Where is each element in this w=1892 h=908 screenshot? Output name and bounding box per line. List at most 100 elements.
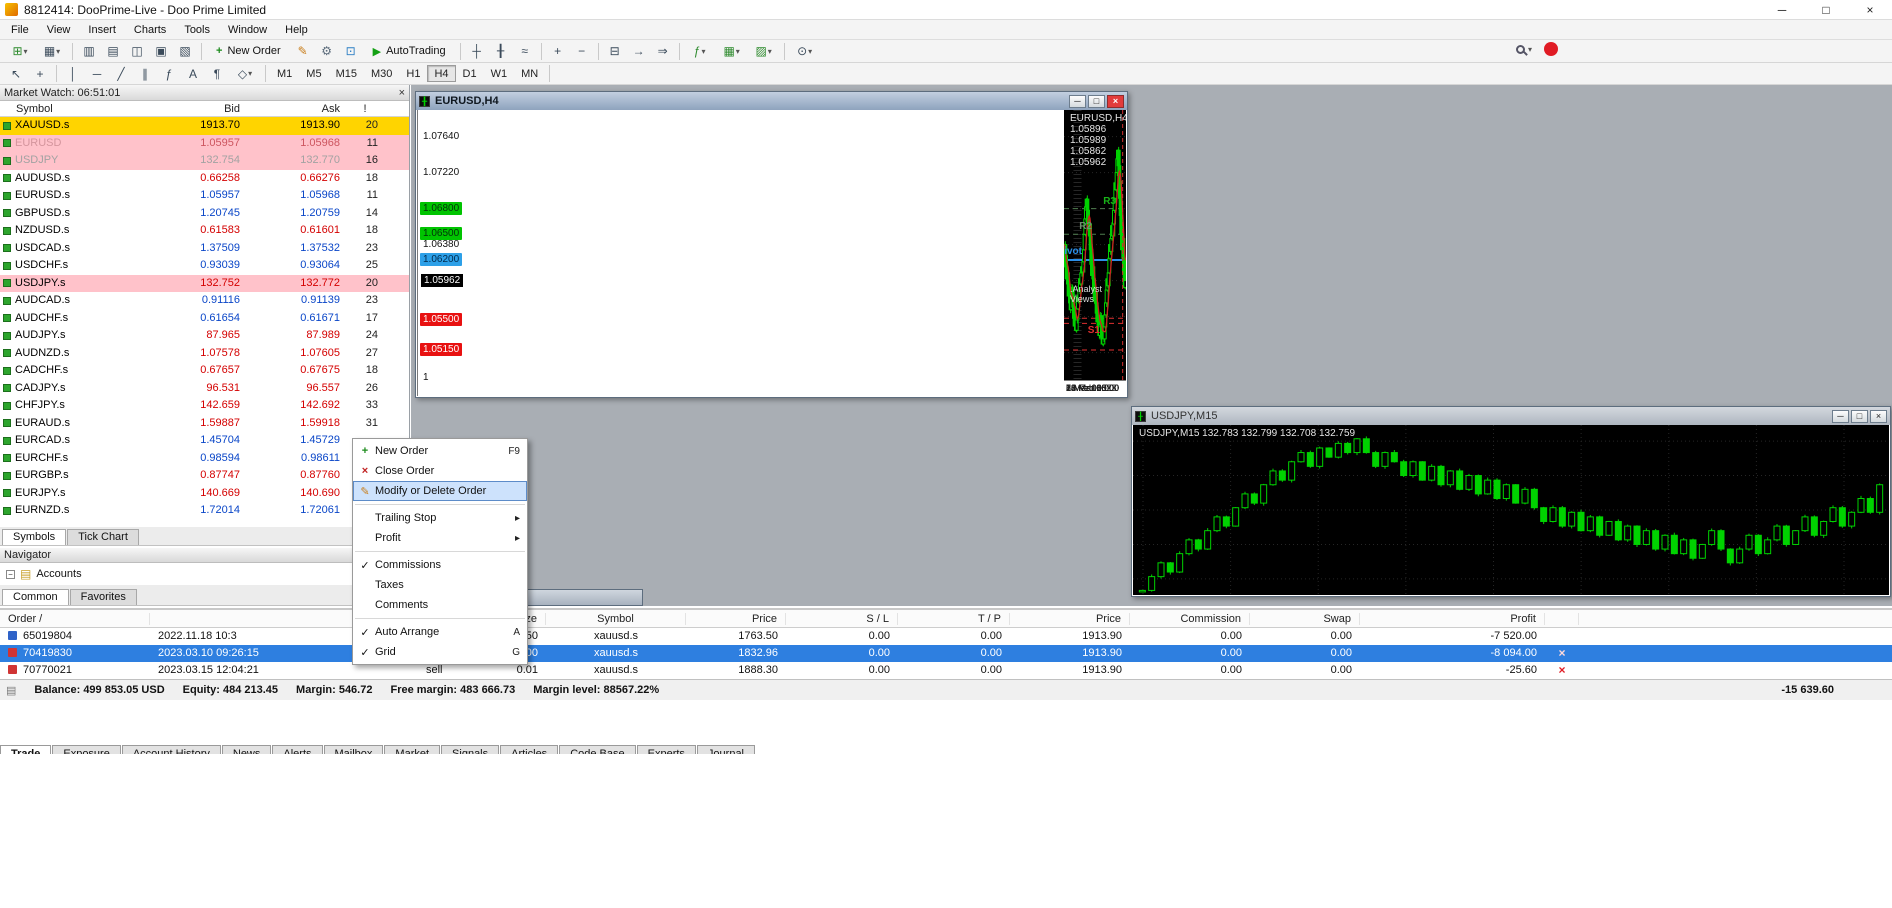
shapes-tool-button[interactable]: ◇▾ bbox=[230, 65, 260, 83]
auto-scroll-button[interactable]: → bbox=[628, 42, 650, 60]
chart-restore-button[interactable]: □ bbox=[1088, 95, 1105, 108]
indicators-button[interactable]: ƒ▾ bbox=[685, 42, 715, 60]
channel-tool-button[interactable]: ∥ bbox=[134, 65, 156, 83]
menu-tools[interactable]: Tools bbox=[175, 22, 219, 38]
candlestick-mode-button[interactable]: ╂ bbox=[490, 42, 512, 60]
market-watch-row[interactable]: GBPUSD.s1.207451.2075914 bbox=[0, 205, 409, 223]
timeframe-mn[interactable]: MN bbox=[514, 65, 545, 82]
eurusd-price-scale[interactable]: 1.076401.072201.063801.068001.065001.062… bbox=[417, 110, 1064, 396]
order-row[interactable]: 707700212023.03.15 12:04:21sell0.01xauus… bbox=[0, 662, 1892, 679]
terminal-tab-exposure[interactable]: Exposure bbox=[52, 745, 120, 754]
profiles-button[interactable]: ▦▾ bbox=[37, 42, 67, 60]
cursor-tool-button[interactable]: ↖ bbox=[5, 65, 27, 83]
new-chart-button[interactable]: ⊞▾ bbox=[5, 42, 35, 60]
context-menu-item-auto-arrange[interactable]: ✓Auto ArrangeA bbox=[353, 622, 527, 642]
market-watch-row[interactable]: EURJPY.s140.669140.690 bbox=[0, 485, 409, 503]
terminal-tab-trade[interactable]: Trade bbox=[0, 745, 51, 754]
vertical-line-tool-button[interactable]: │ bbox=[62, 65, 84, 83]
chart-window-eurusd[interactable]: ╂ EURUSD,H4 ─ □ × EURUSD,H4 1.05896 1.05… bbox=[415, 91, 1128, 398]
menu-help[interactable]: Help bbox=[276, 22, 317, 38]
context-menu-item-close-order[interactable]: ×Close Order bbox=[353, 461, 527, 481]
market-watch-row[interactable]: EURGBP.s0.877470.87760 bbox=[0, 467, 409, 485]
market-watch-row[interactable]: USDJPY.s132.752132.77220 bbox=[0, 275, 409, 293]
timeframe-h1[interactable]: H1 bbox=[399, 65, 427, 82]
options-button[interactable]: ⚙ bbox=[316, 42, 338, 60]
market-watch-row[interactable]: AUDUSD.s0.662580.6627618 bbox=[0, 170, 409, 188]
terminal-tab-articles[interactable]: Articles bbox=[500, 745, 558, 754]
chart-shift-button[interactable]: ⇒ bbox=[652, 42, 674, 60]
timeframe-m15[interactable]: M15 bbox=[329, 65, 364, 82]
context-menu-item-commissions[interactable]: ✓Commissions bbox=[353, 555, 527, 575]
timeframe-w1[interactable]: W1 bbox=[484, 65, 515, 82]
market-watch-row[interactable]: CADCHF.s0.676570.6767518 bbox=[0, 362, 409, 380]
menu-file[interactable]: File bbox=[2, 22, 38, 38]
market-watch-row[interactable]: USDCAD.s1.375091.3753223 bbox=[0, 240, 409, 258]
maximize-button[interactable]: □ bbox=[1804, 0, 1848, 19]
context-menu-item-trailing-stop[interactable]: Trailing Stop▸ bbox=[353, 508, 527, 528]
market-watch-toggle-button[interactable]: ▥ bbox=[78, 42, 100, 60]
terminal-tab-market[interactable]: Market bbox=[384, 745, 440, 754]
tab-common[interactable]: Common bbox=[2, 589, 69, 605]
minimize-button[interactable]: ─ bbox=[1760, 0, 1804, 19]
market-watch-row[interactable]: AUDCHF.s0.616540.6167117 bbox=[0, 310, 409, 328]
terminal-toggle-button[interactable]: ▣ bbox=[150, 42, 172, 60]
context-menu-item-grid[interactable]: ✓GridG bbox=[353, 642, 527, 662]
terminal-tab-journal[interactable]: Journal bbox=[697, 745, 755, 754]
zoom-in-button[interactable]: + bbox=[547, 42, 569, 60]
chart-window-usdjpy[interactable]: ╂ USDJPY,M15 ─ □ × USDJPY,M15 132.783 13… bbox=[1131, 406, 1891, 597]
order-row[interactable]: 704198302023.03.10 09:26:15sell1.00xauus… bbox=[0, 645, 1892, 662]
context-menu-item-profit[interactable]: Profit▸ bbox=[353, 528, 527, 548]
crosshair-tool-button[interactable]: + bbox=[29, 65, 51, 83]
market-watch-row[interactable]: AUDNZD.s1.075781.0760527 bbox=[0, 345, 409, 363]
trendline-tool-button[interactable]: ╱ bbox=[110, 65, 132, 83]
chart-restore-button[interactable]: □ bbox=[1851, 410, 1868, 423]
market-watch-row[interactable]: EURCHF.s0.985940.98611 bbox=[0, 450, 409, 468]
terminal-tab-code-base[interactable]: Code Base bbox=[559, 745, 635, 754]
terminal-tab-experts[interactable]: Experts bbox=[637, 745, 696, 754]
notification-badge[interactable] bbox=[1544, 42, 1558, 56]
periods-button[interactable]: ▦▾ bbox=[717, 42, 747, 60]
terminal-tab-mailbox[interactable]: Mailbox bbox=[324, 745, 384, 754]
templates-button[interactable]: ▨▾ bbox=[749, 42, 779, 60]
tab-tick-chart[interactable]: Tick Chart bbox=[67, 529, 139, 545]
chart-window-titlebar[interactable]: ╂ USDJPY,M15 ─ □ × bbox=[1132, 407, 1890, 425]
line-chart-mode-button[interactable]: ≈ bbox=[514, 42, 536, 60]
market-watch-row[interactable]: USDJPY132.754132.77016 bbox=[0, 152, 409, 170]
close-button[interactable]: × bbox=[1848, 0, 1892, 19]
market-watch-row[interactable]: EURUSD1.059571.0596811 bbox=[0, 135, 409, 153]
timeframe-m1[interactable]: M1 bbox=[270, 65, 299, 82]
chart-minimize-button[interactable]: ─ bbox=[1832, 410, 1849, 423]
tile-windows-button[interactable]: ⊟ bbox=[604, 42, 626, 60]
eurusd-time-axis[interactable]: 22 Feb 202323 Feb 08:0024 Feb 16:0028 Fe… bbox=[1064, 380, 1126, 396]
order-row[interactable]: 650198042022.11.18 10:30.50xauusd.s1763.… bbox=[0, 628, 1892, 645]
context-menu-item-taxes[interactable]: Taxes bbox=[353, 575, 527, 595]
market-watch-row[interactable]: USDCHF.s0.930390.9306425 bbox=[0, 257, 409, 275]
terminal-tab-account-history[interactable]: Account History bbox=[122, 745, 221, 754]
autotrading-button[interactable]: ▶AutoTrading bbox=[365, 41, 454, 61]
menu-insert[interactable]: Insert bbox=[79, 22, 125, 38]
timeframe-d1[interactable]: D1 bbox=[456, 65, 484, 82]
market-watch-row[interactable]: NZDUSD.s0.615830.6160118 bbox=[0, 222, 409, 240]
terminal-tab-news[interactable]: News bbox=[222, 745, 272, 754]
orders-table-header[interactable]: Order /SizeSymbolPriceS / LT / PPriceCom… bbox=[0, 610, 1892, 628]
tab-symbols[interactable]: Symbols bbox=[2, 529, 66, 545]
market-watch-row[interactable]: CHFJPY.s142.659142.69233 bbox=[0, 397, 409, 415]
market-watch-row[interactable]: EURUSD.s1.059571.0596811 bbox=[0, 187, 409, 205]
close-order-icon[interactable]: × bbox=[1558, 663, 1565, 677]
chart-close-button[interactable]: × bbox=[1107, 95, 1124, 108]
market-watch-row[interactable]: CADJPY.s96.53196.55726 bbox=[0, 380, 409, 398]
metaeditor-button[interactable]: ✎ bbox=[292, 42, 314, 60]
context-menu-item-comments[interactable]: Comments bbox=[353, 595, 527, 615]
clock-button[interactable]: ⊙▾ bbox=[790, 42, 820, 60]
strategy-tester-button[interactable]: ▧ bbox=[174, 42, 196, 60]
menu-window[interactable]: Window bbox=[219, 22, 276, 38]
market-watch-row[interactable]: AUDJPY.s87.96587.98924 bbox=[0, 327, 409, 345]
market-watch-row[interactable]: EURCAD.s1.457041.45729 bbox=[0, 432, 409, 450]
fibonacci-tool-button[interactable]: ƒ bbox=[158, 65, 180, 83]
menu-view[interactable]: View bbox=[38, 22, 80, 38]
search-icon[interactable]: ▾ bbox=[1516, 45, 1532, 54]
timeframe-m30[interactable]: M30 bbox=[364, 65, 399, 82]
timeframe-m5[interactable]: M5 bbox=[299, 65, 328, 82]
terminal-tab-alerts[interactable]: Alerts bbox=[272, 745, 322, 754]
zoom-out-button[interactable]: − bbox=[571, 42, 593, 60]
